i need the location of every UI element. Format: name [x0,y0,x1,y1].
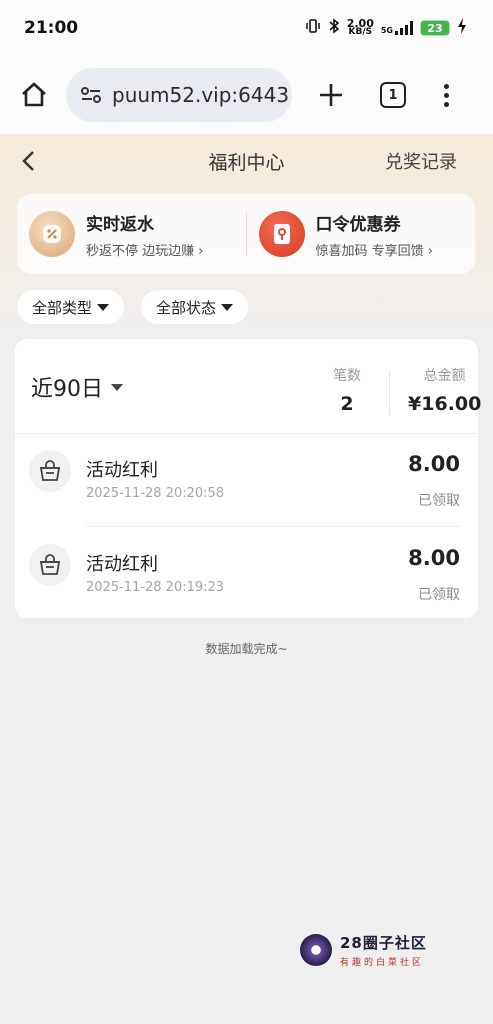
filter-status-dropdown[interactable]: 全部状态 [141,290,249,324]
status-icons: 2.00 KB/S 5G 23 [305,18,467,38]
vibrate-icon [305,18,321,38]
promo-rebate[interactable]: 实时返水 秒返不停 边玩边赚 › [17,210,246,259]
page-nav: 福利中心 兑奖记录 [0,134,493,188]
bluetooth-icon [328,18,340,38]
site-settings-icon[interactable] [80,85,102,105]
promo-rebate-title: 实时返水 [86,214,154,235]
address-bar[interactable]: puum52.vip:6443 [66,68,292,122]
record-amount: 8.00 [408,452,460,476]
promo-coupon-title: 口令优惠券 [315,214,401,235]
new-tab-button[interactable] [314,78,348,112]
record-status: 已领取 [418,587,460,603]
load-complete-text: 数据加载完成~ [205,642,288,656]
percent-coin-icon [29,211,75,257]
total-label: 总金额 [423,368,466,384]
promo-coupon[interactable]: 口令优惠券 惊喜加码 专享回馈 › [247,210,476,259]
filter-type-label: 全部类型 [32,298,93,317]
more-menu-button[interactable] [444,83,449,107]
url-text: puum52.vip:6443 [112,83,290,107]
browser-toolbar: puum52.vip:6443 1 [0,56,493,134]
caret-down-icon [221,303,234,311]
gift-pot-icon [29,544,71,586]
cellular-signal: 5G [381,21,413,35]
period-selector[interactable]: 近90日 [31,371,123,403]
stat-divider [389,371,390,415]
row-divider [86,526,460,527]
record-name: 活动红利 [86,554,158,575]
record-time: 2025-11-28 20:19:23 [86,580,225,595]
watermark-logo-icon [300,934,332,966]
home-button[interactable] [14,75,54,115]
count-stat: 笔数 2 [333,365,361,415]
net-speed: 2.00 KB/S [346,17,374,37]
watermark-title: 28圈子社区 [340,934,427,952]
caret-down-icon [111,383,123,391]
record-row[interactable]: 活动红利 2025-11-28 20:19:23 8.00 已领取 [15,528,478,621]
promo-card: 实时返水 秒返不停 边玩边赚 › 口令优惠券 惊喜加码 专享回馈 › [17,194,475,274]
status-bar: 21:00 2.00 KB/S 5G 23 [0,0,493,56]
tab-switcher-button[interactable]: 1 [380,82,406,108]
redeem-records-link[interactable]: 兑奖记录 [385,148,457,174]
caret-down-icon [97,303,110,311]
promo-coupon-subtitle: 惊喜加码 专享回馈 › [315,243,433,259]
charging-icon [457,18,467,38]
watermark-subtitle: 有趣的白菜社区 [340,958,425,968]
filter-status-label: 全部状态 [156,298,217,317]
gift-pot-icon [29,450,71,492]
record-status: 已领取 [418,493,460,509]
period-label: 近90日 [31,377,103,402]
record-row[interactable]: 活动红利 2025-11-28 20:20:58 8.00 已领取 [15,434,478,527]
home-icon [22,82,46,107]
record-name: 活动红利 [86,460,158,481]
total-stat: 总金额 ¥16.00 [408,365,481,415]
plus-icon [320,84,342,106]
count-value: 2 [340,393,354,415]
more-dots-icon [444,83,449,89]
signal-icon [395,21,413,35]
total-value: ¥16.00 [408,393,482,415]
record-amount: 8.00 [408,546,460,570]
record-time: 2025-11-28 20:20:58 [86,486,225,501]
battery-icon: 23 [420,20,450,36]
filter-type-dropdown[interactable]: 全部类型 [17,290,125,324]
status-time: 21:00 [24,18,79,38]
promo-rebate-subtitle: 秒返不停 边玩边赚 › [86,243,204,259]
records-card: 近90日 笔数 2 总金额 ¥16.00 活动红利 2025-11-28 20:… [15,339,481,621]
count-label: 笔数 [333,368,361,384]
watermark: 28圈子社区 有趣的白菜社区 [300,932,427,968]
coupon-icon [258,211,305,257]
